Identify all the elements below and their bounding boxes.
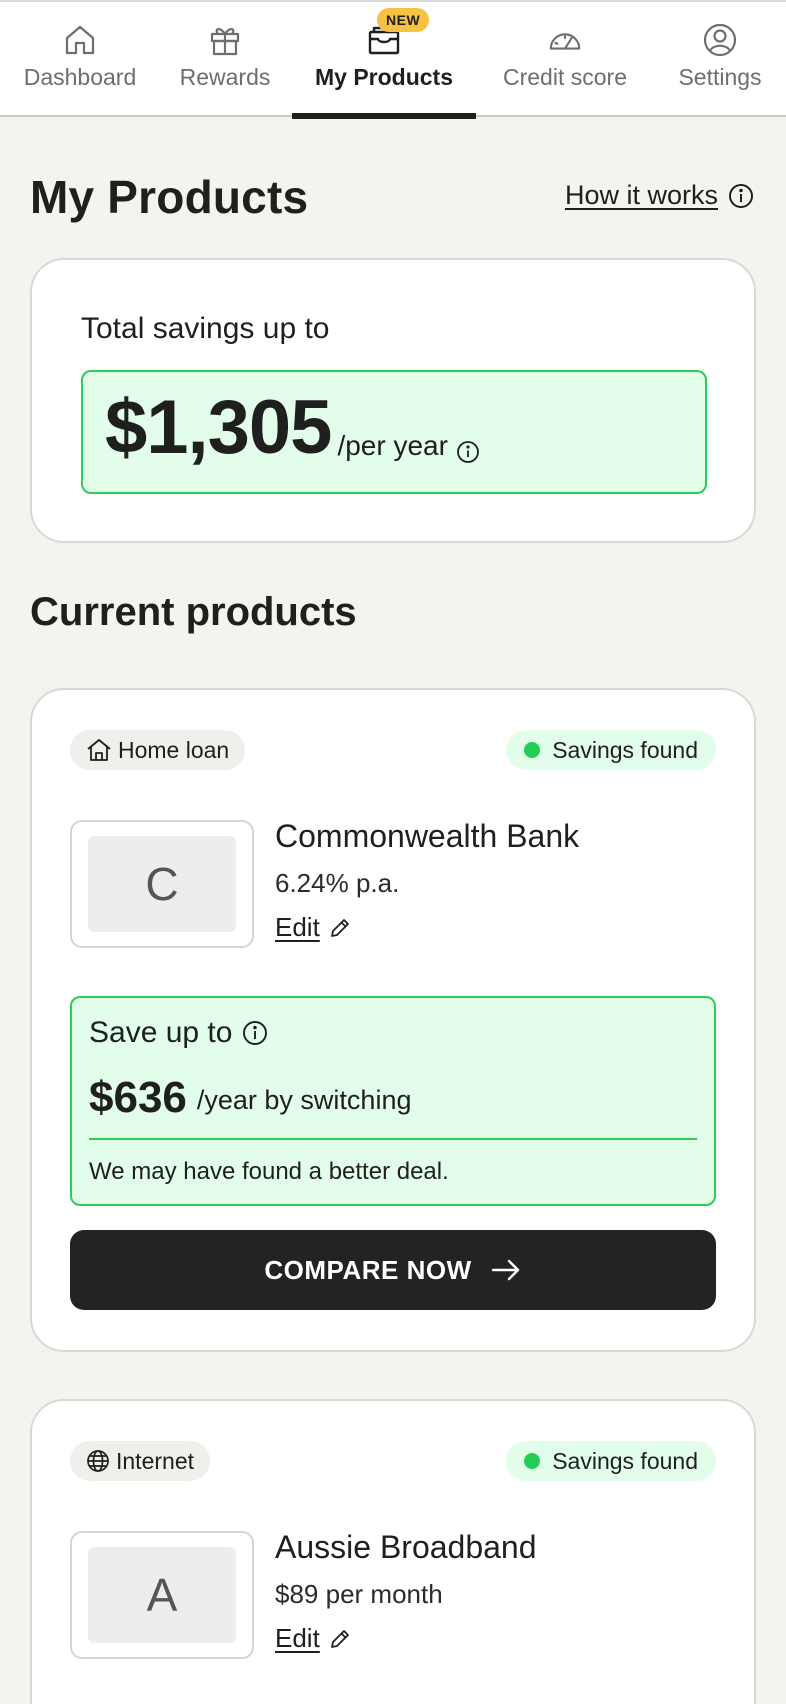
compare-now-label: COMPARE NOW — [264, 1254, 472, 1285]
edit-link[interactable]: Edit — [275, 1623, 352, 1654]
category-label: Home loan — [118, 736, 230, 763]
provider-logo: C — [70, 820, 254, 948]
status-badge: Savings found — [506, 1441, 716, 1481]
save-amount-suffix: /year by switching — [196, 1085, 412, 1115]
total-savings-label: Total savings up to — [81, 312, 330, 345]
compare-now-button[interactable]: COMPARE NOW — [70, 1230, 716, 1310]
save-amount: $636 — [89, 1073, 187, 1122]
new-badge: NEW — [377, 8, 430, 32]
category-label: Internet — [116, 1447, 194, 1474]
product-detail: $89 per month — [275, 1579, 443, 1609]
tab-label: My Products — [314, 64, 454, 90]
provider-logo-placeholder: A — [88, 1547, 236, 1643]
info-icon[interactable] — [242, 1020, 268, 1046]
product-card-internet: Internet Savings found A Aussie Broadban… — [30, 1399, 756, 1704]
total-savings-amount: $1,305 — [105, 385, 332, 470]
total-savings-box: $1,305 /per year — [81, 370, 707, 494]
pencil-icon — [328, 916, 352, 940]
current-products-heading: Current products — [30, 590, 357, 634]
status-dot — [524, 1453, 541, 1469]
tab-credit-score[interactable]: Credit score — [494, 2, 636, 117]
status-label: Savings found — [552, 1447, 698, 1474]
status-label: Savings found — [552, 736, 698, 763]
how-it-works-link[interactable]: How it works — [565, 180, 754, 211]
provider-logo: A — [70, 1531, 254, 1659]
category-chip: Internet — [70, 1441, 210, 1481]
better-deal-note: We may have found a better deal. — [89, 1158, 449, 1185]
globe-icon — [86, 1449, 110, 1473]
arrow-right-icon — [490, 1258, 522, 1282]
savings-offer-box: Save up to $636 /year by switching We ma… — [70, 996, 716, 1206]
edit-label: Edit — [275, 1623, 320, 1653]
product-card-home-loan: Home loan Savings found C Commonwealth B… — [30, 688, 756, 1352]
total-savings-card: Total savings up to $1,305 /per year — [30, 258, 756, 543]
provider-name: Aussie Broadband — [275, 1529, 537, 1565]
provider-name: Commonwealth Bank — [275, 818, 580, 854]
status-badge: Savings found — [506, 730, 716, 770]
gauge-icon — [547, 22, 583, 58]
tab-dashboard[interactable]: Dashboard — [18, 2, 142, 117]
house-icon — [86, 738, 112, 762]
edit-label: Edit — [275, 912, 320, 942]
product-detail: 6.24% p.a. — [275, 868, 400, 898]
tab-label: Settings — [678, 64, 762, 90]
tab-label: Rewards — [179, 64, 271, 90]
page-title: My Products — [30, 171, 309, 223]
top-navigation: Dashboard Rewards My Products NEW Credit… — [0, 0, 786, 119]
edit-link[interactable]: Edit — [275, 912, 352, 943]
info-icon — [728, 183, 754, 209]
provider-logo-placeholder: C — [88, 836, 236, 932]
tab-label: Credit score — [503, 64, 627, 90]
total-savings-period: /per year — [337, 430, 448, 461]
tab-settings[interactable]: Settings — [672, 2, 768, 117]
save-amount-row: $636 /year by switching — [89, 1076, 411, 1120]
gift-icon — [207, 22, 243, 58]
how-it-works-label: How it works — [564, 180, 718, 210]
save-up-to-label: Save up to — [89, 1016, 233, 1049]
user-circle-icon — [702, 22, 738, 58]
pencil-icon — [328, 1627, 352, 1651]
save-up-to-heading: Save up to — [89, 1016, 268, 1050]
tab-rewards[interactable]: Rewards — [170, 2, 280, 117]
divider — [89, 1138, 697, 1140]
status-dot — [524, 742, 541, 758]
active-tab-indicator — [292, 113, 476, 119]
category-chip: Home loan — [70, 730, 246, 770]
tab-label: Dashboard — [23, 64, 137, 90]
home-icon — [62, 22, 98, 58]
info-icon[interactable] — [456, 440, 480, 464]
